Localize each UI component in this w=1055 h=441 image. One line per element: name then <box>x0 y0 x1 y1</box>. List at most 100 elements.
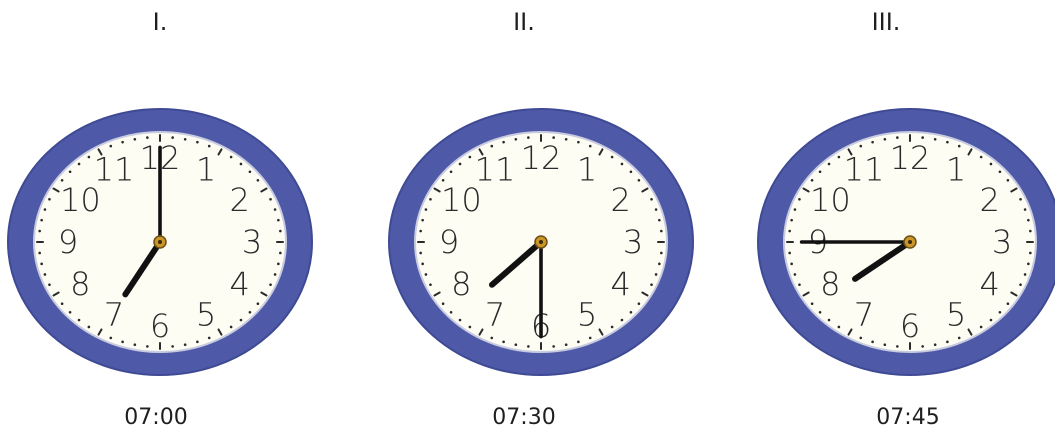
minute-dot <box>883 137 887 141</box>
dial-numeral-5: 5 <box>946 296 966 334</box>
minute-dot <box>871 140 874 144</box>
minute-dot <box>1019 197 1022 201</box>
minute-dot <box>810 302 814 306</box>
minute-dot <box>256 302 260 306</box>
minute-dot <box>441 302 445 306</box>
dial-numeral-11: 11 <box>94 150 135 188</box>
clock-face-2: 121234567891011 <box>388 108 694 376</box>
minute-dot <box>896 345 899 348</box>
minute-dot <box>60 302 64 306</box>
dial-numeral-2: 2 <box>229 181 249 219</box>
dial-numeral-6: 6 <box>900 307 920 345</box>
minute-dot <box>637 178 641 182</box>
dial-numeral-5: 5 <box>577 296 597 334</box>
dial-numeral-4: 4 <box>610 265 630 303</box>
dial-numeral-3: 3 <box>242 223 262 261</box>
dial-numeral-8: 8 <box>820 265 840 303</box>
minute-dot <box>588 144 592 148</box>
minute-dot <box>421 262 424 266</box>
minute-dot <box>946 340 949 344</box>
minute-dot <box>859 144 863 148</box>
minute-dot <box>38 251 41 255</box>
center-pin <box>539 240 543 244</box>
minute-dot <box>77 318 81 322</box>
minute-dot <box>68 310 72 314</box>
minute-dot <box>38 229 41 233</box>
minute-dot <box>468 155 472 159</box>
minute-dot <box>429 197 432 201</box>
minute-dot <box>43 273 47 276</box>
clock-label-2: II. <box>513 8 535 36</box>
minute-dot <box>921 345 924 348</box>
minute-dot <box>827 318 831 322</box>
minute-dot <box>490 144 494 148</box>
minute-dot <box>196 340 199 344</box>
minute-dot <box>269 197 272 201</box>
minute-dot <box>196 140 199 144</box>
minute-dot <box>793 208 797 211</box>
minute-dot <box>229 155 233 159</box>
minute-dot <box>449 170 453 174</box>
minute-dot <box>790 218 793 222</box>
minute-dot <box>87 155 91 159</box>
minute-dot <box>620 162 624 166</box>
minute-dot <box>1006 178 1010 182</box>
dial-numeral-2: 2 <box>979 181 999 219</box>
minute-dot <box>77 162 81 166</box>
minute-dot <box>458 318 462 322</box>
minute-dot <box>979 155 983 159</box>
minute-dot <box>620 318 624 322</box>
minute-dot <box>279 251 282 255</box>
dial-numeral-12: 12 <box>521 139 562 177</box>
minute-dot <box>48 283 51 287</box>
minute-dot <box>514 343 518 347</box>
minute-dot <box>1023 208 1027 211</box>
minute-dot <box>1027 262 1030 266</box>
minute-dot <box>421 218 424 222</box>
minute-dot <box>248 310 252 314</box>
minute-dot <box>273 208 277 211</box>
minute-dot <box>419 251 422 255</box>
minute-dot <box>121 340 124 344</box>
minute-dot <box>248 170 252 174</box>
minute-dot <box>183 137 187 141</box>
minute-dot <box>650 197 653 201</box>
minute-dot <box>40 218 43 222</box>
minute-dot <box>827 162 831 166</box>
minute-dot <box>43 208 47 211</box>
minute-dot <box>660 229 663 233</box>
clock-face-1: 12 1234567891011 <box>7 108 313 376</box>
minute-dot <box>933 343 937 347</box>
clock-label-3: III. <box>871 8 901 36</box>
minute-dot <box>229 325 233 329</box>
dial-numeral-8: 8 <box>70 265 90 303</box>
minute-dot <box>989 318 993 322</box>
minute-dot <box>883 343 887 347</box>
minute-dot <box>273 273 277 276</box>
minute-dot <box>933 137 937 141</box>
minute-dot <box>40 262 43 266</box>
minute-dot <box>552 345 555 348</box>
dial-numeral-1: 1 <box>946 150 966 188</box>
minute-dot <box>1029 251 1032 255</box>
minute-dot <box>637 302 641 306</box>
minute-dot <box>502 340 505 344</box>
minute-dot <box>998 310 1002 314</box>
minute-dot <box>1006 302 1010 306</box>
minute-dot <box>788 251 791 255</box>
minute-dot <box>610 325 614 329</box>
minute-dot <box>859 336 863 340</box>
minute-dot <box>207 144 211 148</box>
minute-dot <box>279 229 282 233</box>
clock-time-2: 07:30 <box>492 405 556 430</box>
minute-dot <box>1023 273 1027 276</box>
dial-numeral-7: 7 <box>104 296 124 334</box>
minute-dot <box>1019 283 1022 287</box>
dial-numeral-9: 9 <box>439 223 459 261</box>
dial-numeral-4: 4 <box>979 265 999 303</box>
minute-dot <box>424 208 428 211</box>
minute-dot <box>788 229 791 233</box>
minute-dot <box>989 162 993 166</box>
minute-dot <box>109 336 113 340</box>
dial-numeral-6: 6 <box>150 307 170 345</box>
